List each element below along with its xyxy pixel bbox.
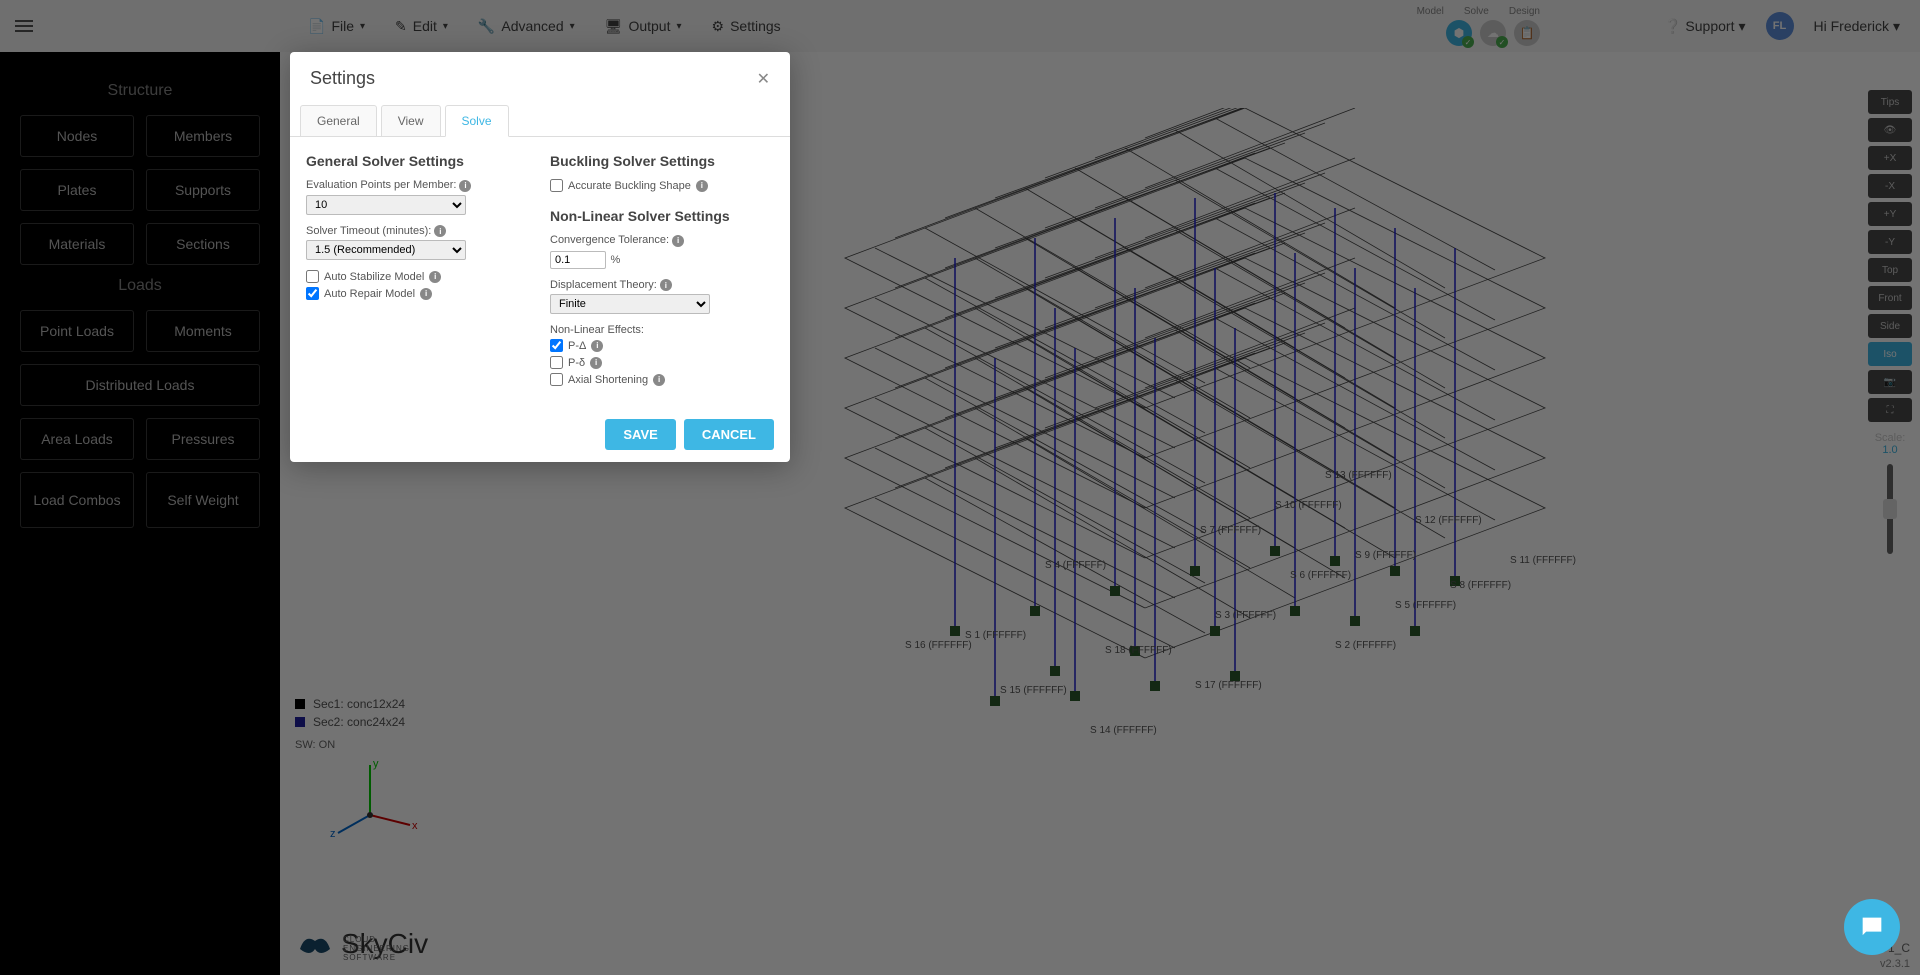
tab-view[interactable]: View — [381, 105, 441, 137]
displacement-label: Displacement Theory: i — [550, 279, 774, 292]
info-icon[interactable]: i — [696, 180, 708, 192]
info-icon[interactable]: i — [653, 374, 665, 386]
axial-row: Axial Shortening i — [550, 373, 774, 386]
modal-backdrop[interactable] — [0, 0, 1920, 975]
chat-icon — [1858, 913, 1886, 941]
chat-button[interactable] — [1844, 899, 1900, 955]
displacement-select[interactable]: Finite — [550, 294, 710, 314]
accurate-buckling-row: Accurate Buckling Shape i — [550, 179, 774, 192]
modal-col-right: Buckling Solver Settings Accurate Buckli… — [550, 153, 774, 390]
modal-title: Settings — [310, 68, 375, 89]
info-icon[interactable]: i — [672, 235, 684, 247]
eval-points-select[interactable]: 10 — [306, 195, 466, 215]
modal-col-left: General Solver Settings Evaluation Point… — [306, 153, 530, 390]
info-icon[interactable]: i — [591, 340, 603, 352]
info-icon[interactable]: i — [660, 279, 672, 291]
axial-checkbox[interactable] — [550, 373, 563, 386]
accurate-buckling-checkbox[interactable] — [550, 179, 563, 192]
modal-body: General Solver Settings Evaluation Point… — [290, 137, 790, 406]
nonlinear-heading: Non-Linear Solver Settings — [550, 208, 774, 224]
tab-general[interactable]: General — [300, 105, 377, 137]
info-icon[interactable]: i — [420, 288, 432, 300]
p-delta-cap-row: P-Δ i — [550, 339, 774, 352]
p-delta-low-checkbox[interactable] — [550, 356, 563, 369]
effects-label: Non-Linear Effects: — [550, 324, 774, 336]
convergence-label: Convergence Tolerance: i — [550, 234, 774, 247]
timeout-label: Solver Timeout (minutes): i — [306, 225, 530, 238]
timeout-select[interactable]: 1.5 (Recommended) — [306, 240, 466, 260]
auto-stabilize-row: Auto Stabilize Model i — [306, 270, 530, 283]
auto-repair-row: Auto Repair Model i — [306, 287, 530, 300]
tab-solve[interactable]: Solve — [445, 105, 509, 137]
auto-repair-checkbox[interactable] — [306, 287, 319, 300]
modal-tabs: General View Solve — [290, 105, 790, 137]
modal-header: Settings ✕ — [290, 52, 790, 105]
settings-modal: Settings ✕ General View Solve General So… — [290, 52, 790, 462]
info-icon[interactable]: i — [429, 271, 441, 283]
general-solver-heading: General Solver Settings — [306, 153, 530, 169]
close-button[interactable]: ✕ — [757, 69, 770, 89]
info-icon[interactable]: i — [434, 225, 446, 237]
info-icon[interactable]: i — [590, 357, 602, 369]
buckling-heading: Buckling Solver Settings — [550, 153, 774, 169]
eval-points-label: Evaluation Points per Member: i — [306, 179, 530, 192]
convergence-input[interactable] — [550, 251, 606, 269]
auto-stabilize-checkbox[interactable] — [306, 270, 319, 283]
p-delta-low-row: P-δ i — [550, 356, 774, 369]
info-icon[interactable]: i — [459, 180, 471, 192]
save-button[interactable]: SAVE — [605, 419, 675, 450]
cancel-button[interactable]: CANCEL — [684, 419, 774, 450]
p-delta-cap-checkbox[interactable] — [550, 339, 563, 352]
modal-footer: SAVE CANCEL — [290, 406, 790, 462]
